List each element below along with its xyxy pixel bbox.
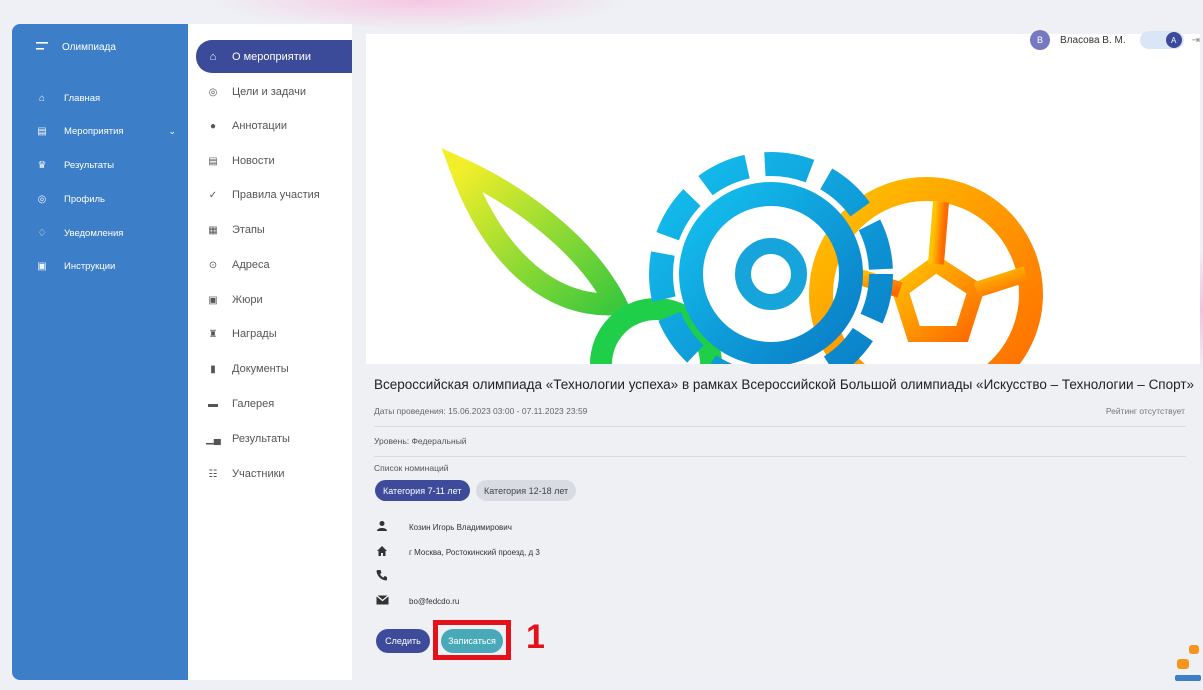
check-icon: ✓ (208, 189, 218, 201)
sidebar-item-label: Результаты (64, 160, 115, 171)
divider (374, 426, 1186, 427)
sidebar-item-profile[interactable]: ◎ Профиль (36, 194, 176, 205)
submenu-item-participants[interactable]: ☷ Участники (206, 468, 285, 480)
contact-person-row: Козин Игорь Владимирович (375, 520, 512, 535)
address-row: г Москва, Ростокинский проезд, д 3 (375, 545, 540, 560)
avatar[interactable]: В (1030, 30, 1050, 50)
home-icon: ⌂ (209, 50, 217, 63)
submenu-item-addresses[interactable]: ⊙ Адреса (206, 259, 270, 271)
phone-row (375, 569, 409, 584)
target-icon: ◎ (208, 86, 218, 98)
submenu-item-about[interactable]: ⌂ О мероприятии (196, 40, 352, 73)
submenu-item-annotations[interactable]: ● Аннотации (206, 120, 287, 132)
event-banner (366, 34, 1200, 364)
contact-person: Козин Игорь Владимирович (409, 523, 512, 532)
sidebar-item-label: Мероприятия (64, 126, 124, 137)
email[interactable]: bo@fedcdo.ru (409, 597, 459, 606)
submenu-item-awards[interactable]: ♜ Награды (206, 328, 277, 340)
file-icon: ▮ (210, 363, 216, 375)
user-topbar: В Власова В. М. A ⇥ (1030, 30, 1200, 50)
toggle-knob: A (1165, 32, 1182, 48)
submenu-item-label: Цели и задачи (232, 86, 307, 98)
mail-icon (375, 595, 389, 608)
submenu-item-news[interactable]: ▤ Новости (206, 155, 275, 167)
nomination-chip[interactable]: Категория 12-18 лет (476, 480, 577, 501)
submenu-item-label: Документы (232, 363, 289, 375)
main-sidebar: Олимпиада ⌂ Главная ▤ Мероприятия ⌄ ♛ Ре… (12, 24, 188, 680)
event-rating: Рейтинг отсутствует (1105, 406, 1185, 416)
event-submenu: ⌂ О мероприятии ◎ Цели и задачи ● Аннота… (188, 24, 352, 680)
submenu-item-label: Адреса (232, 259, 270, 271)
email-row: bo@fedcdo.ru (375, 595, 459, 608)
sidebar-item-label: Инструкции (64, 261, 116, 272)
chevron-down-icon[interactable]: ⌄ (168, 126, 176, 137)
people-icon: ☷ (208, 468, 218, 480)
menu-icon[interactable] (36, 41, 48, 54)
address: г Москва, Ростокинский проезд, д 3 (409, 548, 540, 557)
sidebar-item-label: Профиль (64, 194, 106, 205)
person-icon (375, 520, 389, 535)
brand-label: Олимпиада (62, 42, 116, 53)
logout-icon[interactable]: ⇥ (1192, 35, 1200, 46)
sidebar-item-label: Главная (64, 93, 101, 104)
event-content (352, 34, 1200, 680)
submenu-item-results[interactable]: ▁▄ Результаты (206, 433, 290, 445)
sidebar-item-results[interactable]: ♛ Результаты (36, 160, 176, 171)
bar-chart-icon: ▁▄ (206, 433, 221, 445)
submenu-item-label: О мероприятии (232, 50, 312, 63)
bell-icon: ♢ (37, 228, 47, 239)
image-icon: ▬ (208, 398, 218, 410)
submenu-item-label: Участники (232, 468, 285, 480)
annotation-marker: 1 (526, 618, 545, 656)
home-outline-icon: ⌂ (38, 93, 46, 104)
submenu-item-label: Этапы (232, 224, 265, 236)
submenu-item-rules[interactable]: ✓ Правила участия (206, 189, 320, 201)
submenu-item-label: Галерея (232, 398, 275, 410)
trophy-icon: ♛ (37, 160, 47, 171)
info-icon: ● (209, 120, 217, 132)
sidebar-item-events[interactable]: ▤ Мероприятия ⌄ (36, 126, 176, 137)
nominations-label: Список номинаций (374, 463, 449, 473)
accessibility-toggle[interactable]: A (1139, 31, 1184, 49)
event-level: Уровень: Федеральный (374, 436, 467, 446)
annotation-highlight-box (433, 620, 511, 660)
event-title: Всероссийская олимпиада «Технологии успе… (374, 377, 1195, 392)
profile-icon: ◎ (37, 194, 47, 205)
submenu-item-label: Новости (232, 155, 275, 167)
sidebar-item-label: Уведомления (64, 228, 124, 239)
phone-icon (375, 569, 389, 584)
submenu-item-stages[interactable]: ▦ Этапы (206, 224, 265, 236)
follow-button[interactable]: Следить (376, 629, 430, 653)
submenu-item-label: Награды (232, 328, 277, 340)
event-logo-image (441, 148, 1043, 364)
submenu-item-jury[interactable]: ▣ Жюри (206, 294, 263, 306)
submenu-item-documents[interactable]: ▮ Документы (206, 363, 289, 375)
nomination-chip[interactable]: Категория 7-11 лет (375, 480, 470, 501)
trophy-icon: ♜ (208, 328, 218, 340)
submenu-item-label: Жюри (232, 294, 263, 306)
submenu-item-label: Результаты (232, 433, 290, 445)
sidebar-item-home[interactable]: ⌂ Главная (36, 93, 176, 104)
sidebar-item-notifications[interactable]: ♢ Уведомления (36, 228, 176, 239)
home-icon (375, 545, 389, 560)
user-name[interactable]: Власова В. М. (1060, 35, 1126, 46)
submenu-item-label: Правила участия (232, 189, 320, 201)
calendar-grid-icon: ▦ (208, 224, 218, 236)
newspaper-icon: ▤ (208, 155, 218, 167)
calendar-icon: ▤ (37, 126, 47, 137)
badge-icon: ▣ (208, 294, 218, 306)
submenu-item-label: Аннотации (232, 120, 287, 132)
location-pin-icon: ⊙ (208, 259, 218, 271)
divider (374, 456, 1186, 457)
submenu-item-gallery[interactable]: ▬ Галерея (206, 398, 274, 410)
sidebar-item-instructions[interactable]: ▣ Инструкции (36, 261, 176, 272)
document-icon: ▣ (37, 261, 47, 272)
submenu-item-goals[interactable]: ◎ Цели и задачи (206, 86, 306, 98)
sidebar-brand[interactable]: Олимпиада (36, 41, 116, 54)
help-widget-icon[interactable] (1169, 641, 1203, 685)
event-dates: Даты проведения: 15.06.2023 03:00 - 07.1… (374, 406, 588, 416)
